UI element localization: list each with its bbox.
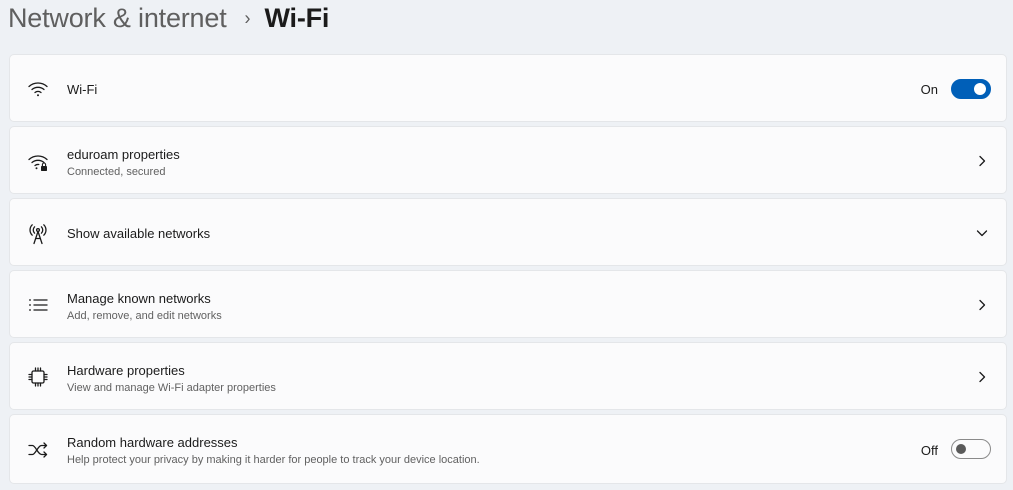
hardware-row-description: View and manage Wi-Fi adapter properties: [67, 382, 276, 394]
random-addresses-row-title: Random hardware addresses: [67, 435, 238, 450]
hardware-properties-row[interactable]: Hardware properties View and manage Wi-F…: [9, 342, 1007, 410]
toggle-knob: [974, 83, 986, 95]
chevron-down-icon: [974, 225, 990, 241]
toggle-knob: [956, 444, 966, 454]
breadcrumb-parent-link[interactable]: Network & internet: [8, 3, 227, 34]
wifi-toggle-label: On: [920, 82, 938, 97]
wifi-secured-icon: [27, 151, 49, 173]
wifi-toggle-row[interactable]: Wi-Fi On: [9, 54, 1007, 122]
eduroam-row-title: eduroam properties: [67, 147, 180, 162]
wifi-toggle-switch[interactable]: [951, 79, 991, 99]
list-icon: [27, 294, 49, 316]
chevron-right-icon: [974, 153, 990, 169]
random-addresses-toggle-switch[interactable]: [951, 439, 991, 459]
random-addresses-toggle-label: Off: [920, 443, 938, 458]
eduroam-row-status: Connected, secured: [67, 166, 166, 178]
show-available-networks-row[interactable]: Show available networks: [9, 198, 1007, 266]
manage-known-networks-row[interactable]: Manage known networks Add, remove, and e…: [9, 270, 1007, 338]
known-networks-row-description: Add, remove, and edit networks: [67, 310, 222, 322]
page-title: Wi-Fi: [264, 2, 330, 33]
hardware-row-title: Hardware properties: [67, 363, 185, 378]
wifi-icon: [27, 78, 49, 100]
eduroam-properties-row[interactable]: eduroam properties Connected, secured: [9, 126, 1007, 194]
available-networks-row-title: Show available networks: [67, 226, 211, 241]
breadcrumb: Network & internet › Wi-Fi: [8, 0, 329, 36]
antenna-icon: [27, 223, 49, 245]
wifi-row-title: Wi-Fi: [67, 82, 98, 97]
chevron-right-icon: [974, 369, 990, 385]
shuffle-icon: [27, 439, 49, 461]
random-addresses-row-description: Help protect your privacy by making it h…: [67, 454, 480, 466]
random-hardware-addresses-row[interactable]: Random hardware addresses Help protect y…: [9, 414, 1007, 484]
breadcrumb-separator: ›: [244, 6, 251, 29]
chip-icon: [27, 366, 49, 388]
chevron-right-icon: [974, 297, 990, 313]
known-networks-row-title: Manage known networks: [67, 291, 211, 306]
